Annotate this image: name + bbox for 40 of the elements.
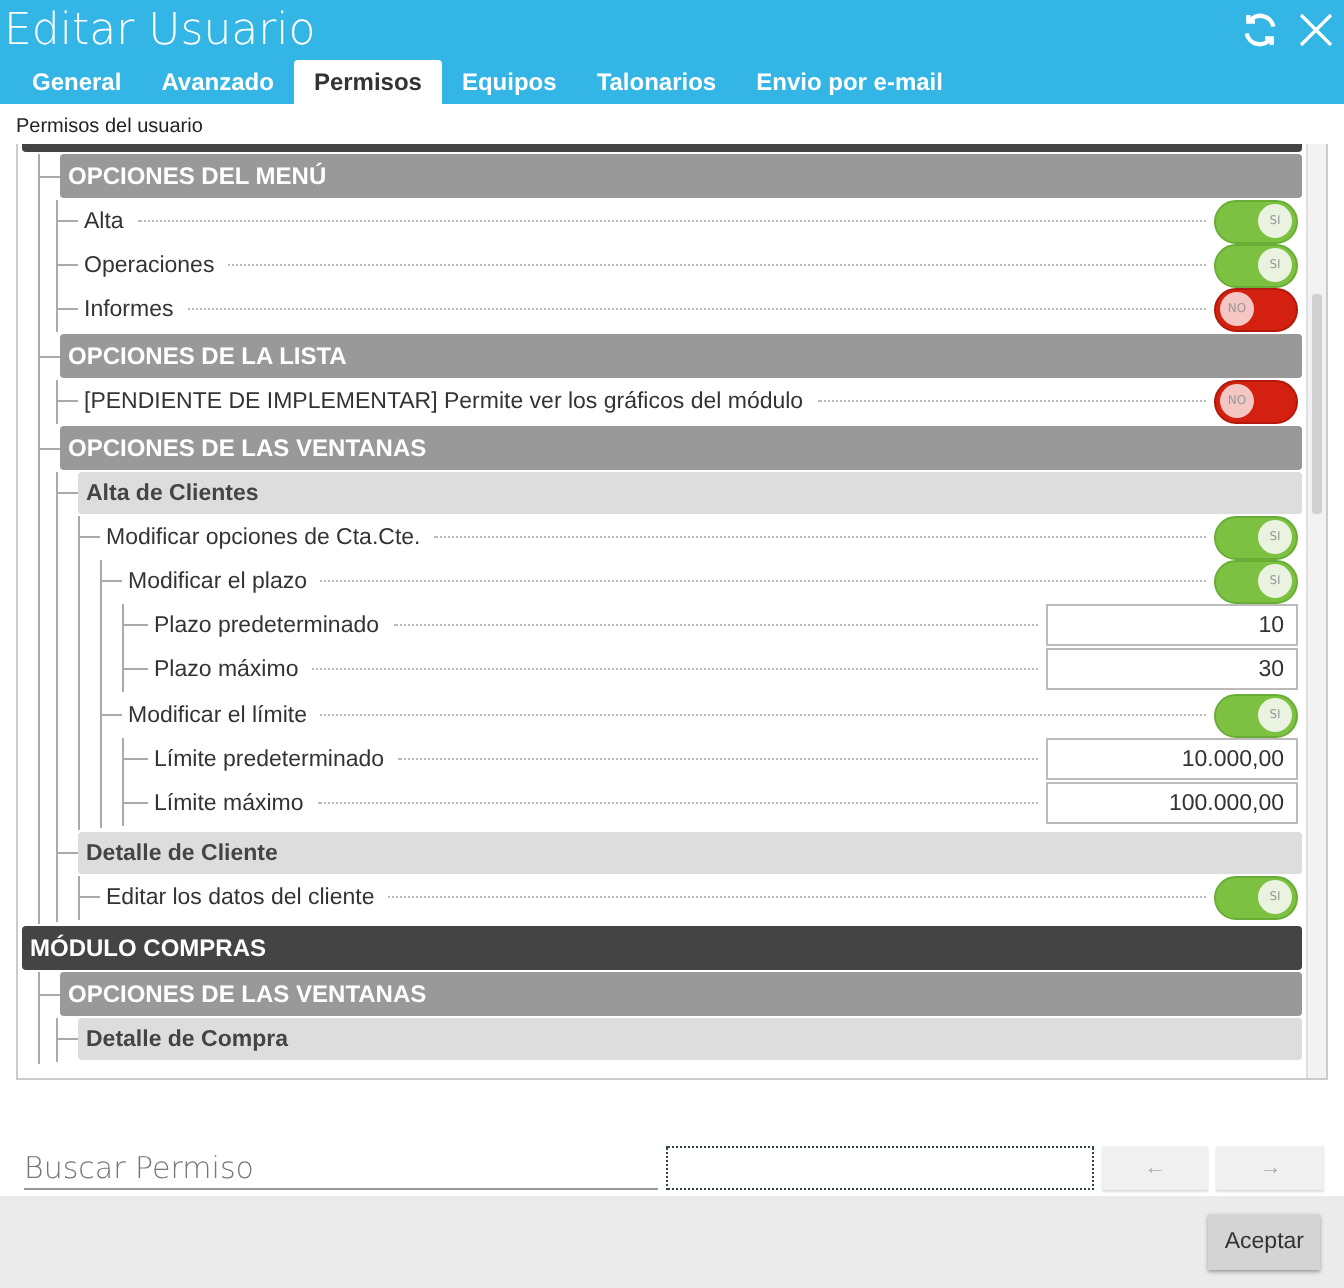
group-header: Detalle de Compra [78,1018,1302,1060]
section-header: OPCIONES DE LA LISTA [60,334,1302,378]
next-button[interactable]: → [1216,1146,1325,1190]
permission-label: Modificar opciones de Cta.Cte. [104,525,423,549]
tab[interactable]: Talonarios [576,60,737,104]
permission-label: Plazo predeterminado [152,613,382,637]
section-header: OPCIONES DEL MENÚ [60,154,1302,198]
permission-label: Límite predeterminado [152,747,387,771]
module-header: MÓDULO COMPRAS [22,926,1302,970]
permission-label: Operaciones [82,253,217,277]
scrollbar[interactable] [1306,144,1326,1078]
refresh-icon[interactable] [1240,10,1280,50]
group-header: Alta de Clientes [78,472,1302,514]
section-header: OPCIONES DE LAS VENTANAS [60,426,1302,470]
permission-label: Informes [82,297,176,321]
value-field[interactable]: 30 [1046,648,1298,690]
value-field[interactable]: 10.000,00 [1046,738,1298,780]
tab[interactable]: Permisos [293,60,442,104]
permission-label: Modificar el límite [126,703,309,727]
tab[interactable]: Envio por e-mail [736,60,963,104]
permission-label: Modificar el plazo [126,569,309,593]
search-field[interactable] [665,1146,1094,1190]
tab[interactable]: Equipos [441,60,577,104]
permission-label: [PENDIENTE DE IMPLEMENTAR] Permite ver los gráficos del módulo [82,389,806,413]
section-header: OPCIONES DE LAS VENTANAS [60,972,1302,1016]
accept-button[interactable]: Aceptar [1208,1214,1320,1270]
tab[interactable]: Avanzado [141,60,294,104]
group-header: Detalle de Cliente [78,832,1302,874]
previous-button[interactable]: ← [1101,1146,1209,1190]
value-field[interactable]: 10 [1046,604,1298,646]
tab[interactable]: General [12,60,142,104]
permission-label: Plazo máximo [152,657,301,681]
panel-label: Permisos del usuario [16,116,205,138]
permission-label: Límite máximo [152,791,306,815]
close-icon[interactable] [1296,10,1336,50]
permission-label: Editar los datos del cliente [104,885,377,909]
value-field[interactable]: 100.000,00 [1046,782,1298,824]
search-label: Buscar Permiso [24,1150,658,1190]
window-title: Editar Usuario [4,5,316,55]
permission-label: Alta [82,209,126,233]
